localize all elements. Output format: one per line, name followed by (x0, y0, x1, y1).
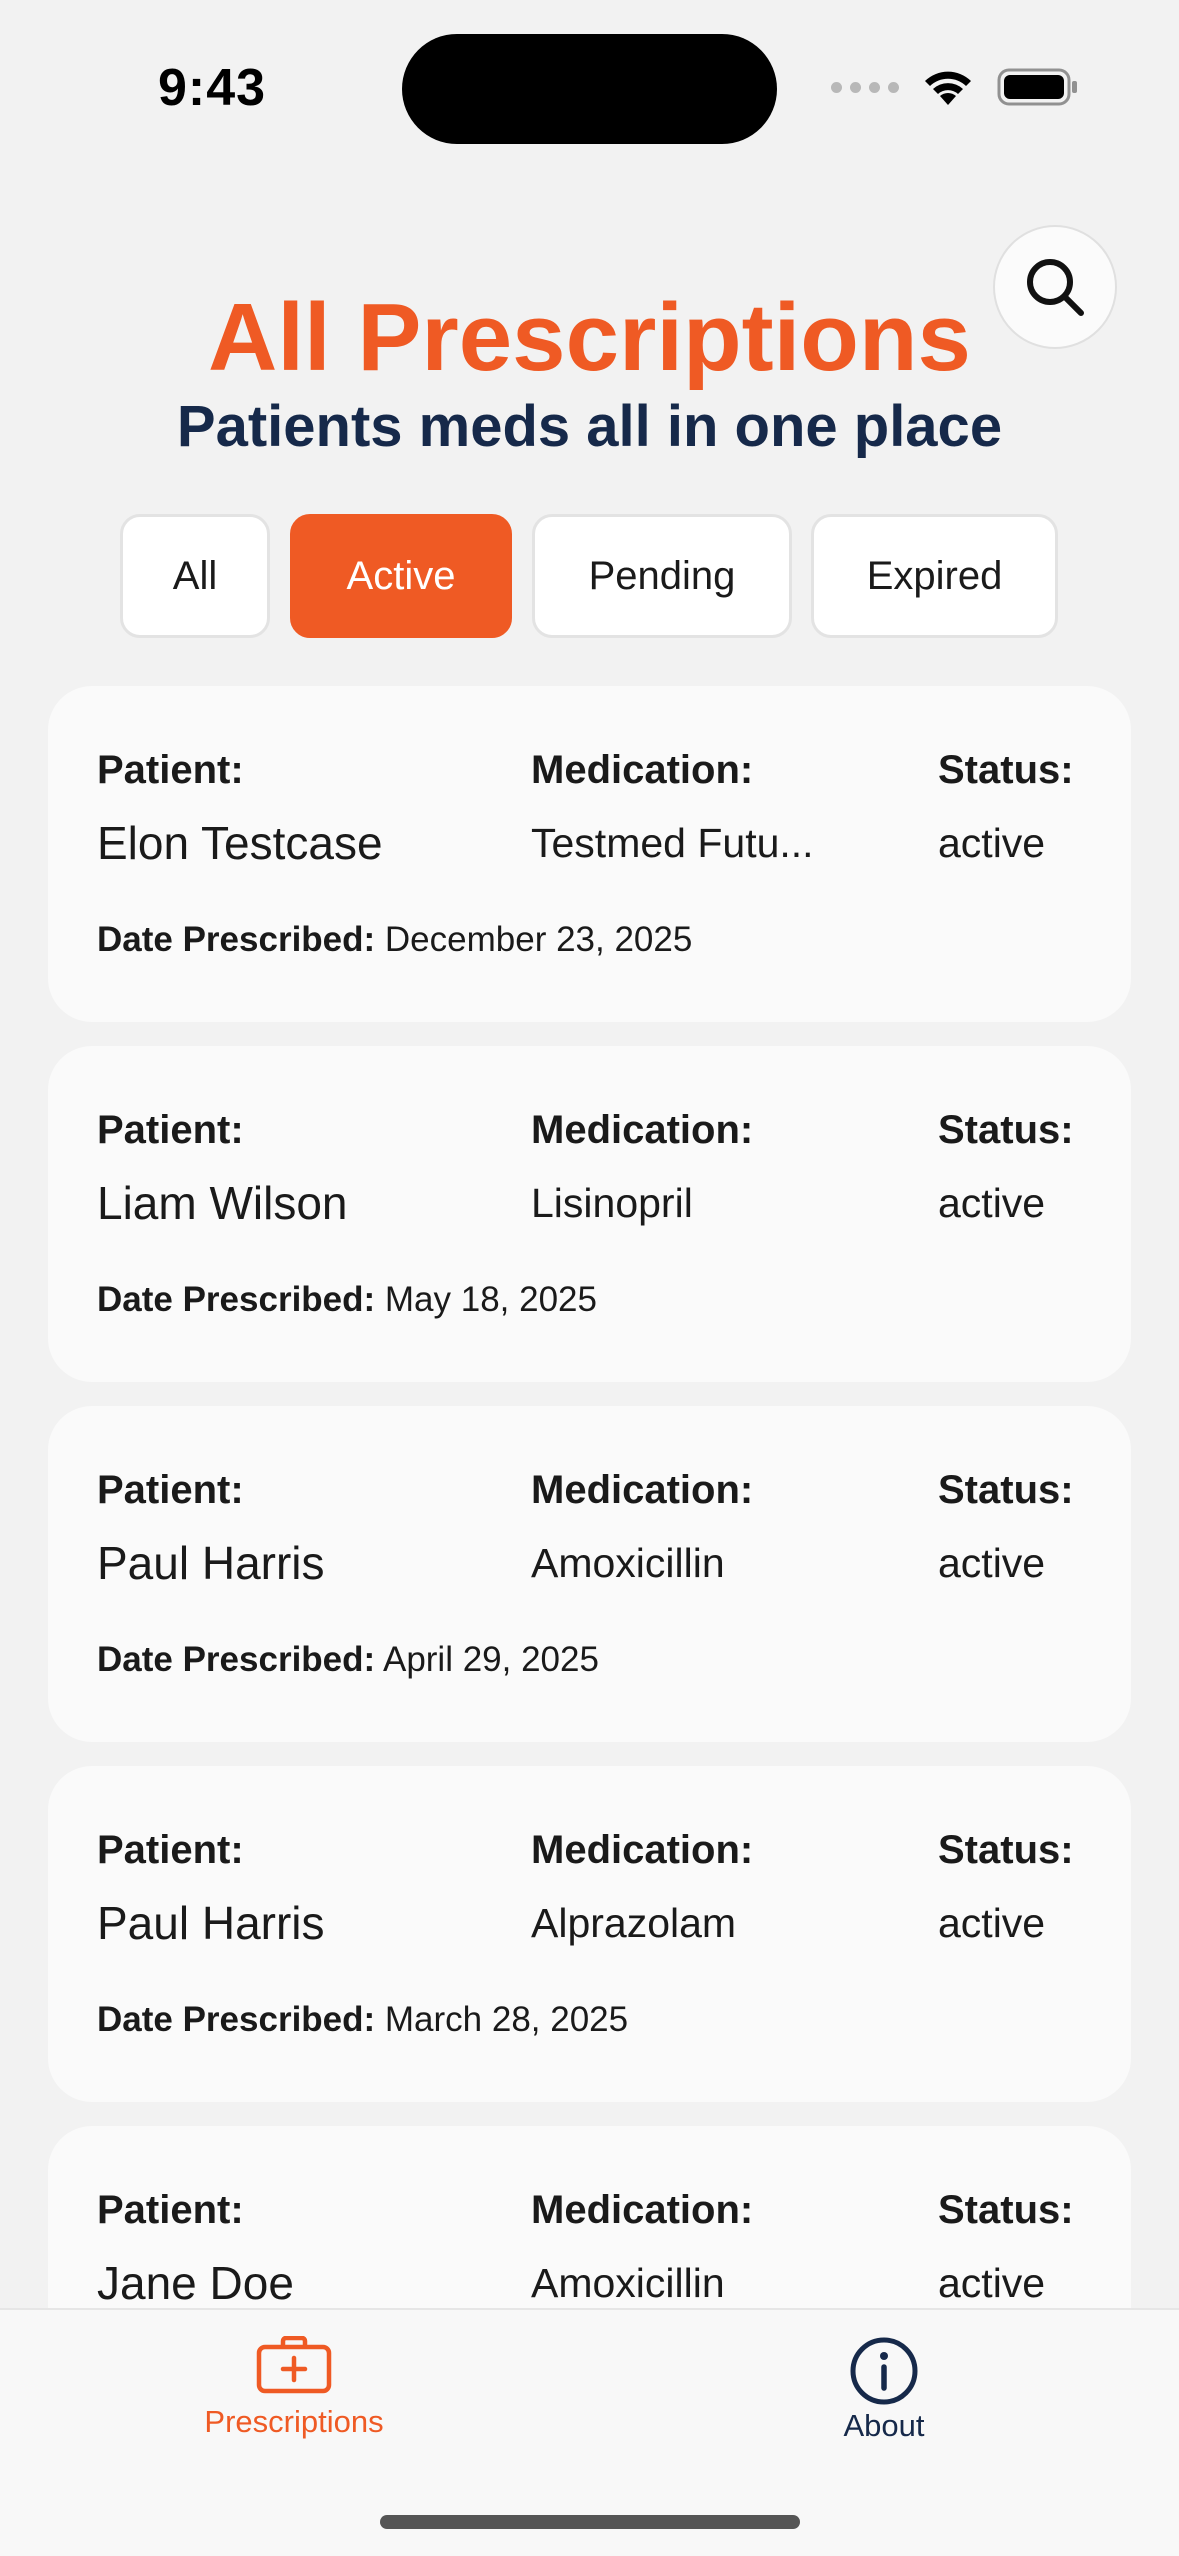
status-label: Status: (938, 1828, 1074, 1872)
medication-label: Medication: (531, 2188, 754, 2232)
filter-expired[interactable]: Expired (811, 514, 1058, 638)
status-value: active (938, 1540, 1046, 1586)
date-prescribed-value: December 23, 2025 (384, 920, 693, 959)
status-value: active (938, 1900, 1046, 1946)
date-prescribed-value: March 28, 2025 (384, 2000, 629, 2039)
cellular-signal-icon (831, 81, 899, 93)
medication-name: Alprazolam (531, 1900, 737, 1946)
battery-icon (997, 68, 1077, 106)
screen: 9:43 All Prescriptions Patients meds all… (0, 0, 1179, 2556)
tab-about-label: About (843, 2408, 925, 2443)
date-prescribed-value: April 29, 2025 (382, 1640, 599, 1679)
filter-all[interactable]: All (120, 514, 270, 638)
patient-label: Patient: (97, 1828, 244, 1872)
wifi-icon (925, 71, 971, 105)
status-label: Status: (938, 748, 1074, 792)
medication-name: Amoxicillin (531, 2260, 725, 2306)
patient-name: Jane Doe (97, 2257, 294, 2309)
status-indicators (831, 60, 1079, 114)
prescription-card[interactable]: Patient: Medication: Status: Elon Testca… (48, 686, 1131, 1022)
medication-label: Medication: (531, 1828, 754, 1872)
patient-label: Patient: (97, 748, 244, 792)
prescription-card[interactable]: Patient: Medication: Status: Liam Wilson… (48, 1046, 1131, 1382)
home-indicator (380, 2515, 800, 2529)
status-time: 9:43 (158, 59, 267, 117)
patient-label: Patient: (97, 1108, 244, 1152)
info-circle-icon (850, 2337, 918, 2405)
dynamic-island (402, 34, 777, 144)
filter-active[interactable]: Active (290, 514, 512, 638)
page-title: All Prescriptions (208, 284, 971, 391)
date-prescribed-row: Date Prescribed: March 28, 2025 (97, 2000, 628, 2040)
status-value: active (938, 1180, 1046, 1226)
medication-label: Medication: (531, 1468, 754, 1512)
tab-about[interactable]: About (754, 2336, 1014, 2444)
medication-name: Amoxicillin (531, 1540, 725, 1586)
date-prescribed-label: Date Prescribed: (97, 1640, 376, 1679)
date-prescribed-row: Date Prescribed: April 29, 2025 (97, 1640, 599, 1680)
patient-label: Patient: (97, 1468, 244, 1512)
page-subtitle: Patients meds all in one place (176, 394, 1003, 459)
filter-pending[interactable]: Pending (532, 514, 792, 638)
date-prescribed-label: Date Prescribed: (97, 920, 376, 959)
status-label: Status: (938, 2188, 1074, 2232)
medication-name: Testmed Futu... (531, 820, 814, 866)
status-value: active (938, 820, 1046, 866)
status-label: Status: (938, 1468, 1074, 1512)
status-label: Status: (938, 1108, 1074, 1152)
patient-name: Paul Harris (97, 1537, 325, 1589)
medication-label: Medication: (531, 1108, 754, 1152)
patient-name: Elon Testcase (97, 817, 383, 869)
patient-label: Patient: (97, 2188, 244, 2232)
date-prescribed-value: May 18, 2025 (384, 1280, 597, 1319)
prescription-card[interactable]: Patient: Medication: Status: Paul Harris… (48, 1766, 1131, 2102)
medication-name: Lisinopril (531, 1180, 693, 1226)
date-prescribed-label: Date Prescribed: (97, 2000, 376, 2039)
patient-name: Paul Harris (97, 1897, 325, 1949)
date-prescribed-row: Date Prescribed: May 18, 2025 (97, 1280, 597, 1320)
tab-prescriptions[interactable]: Prescriptions (164, 2336, 424, 2440)
patient-name: Liam Wilson (97, 1177, 348, 1229)
medical-kit-icon (256, 2336, 332, 2394)
medication-label: Medication: (531, 748, 754, 792)
date-prescribed-row: Date Prescribed: December 23, 2025 (97, 920, 692, 960)
date-prescribed-label: Date Prescribed: (97, 1280, 376, 1319)
status-value: active (938, 2260, 1046, 2306)
prescription-card[interactable]: Patient: Medication: Status: Paul Harris… (48, 1406, 1131, 1742)
tab-prescriptions-label: Prescriptions (204, 2404, 384, 2439)
